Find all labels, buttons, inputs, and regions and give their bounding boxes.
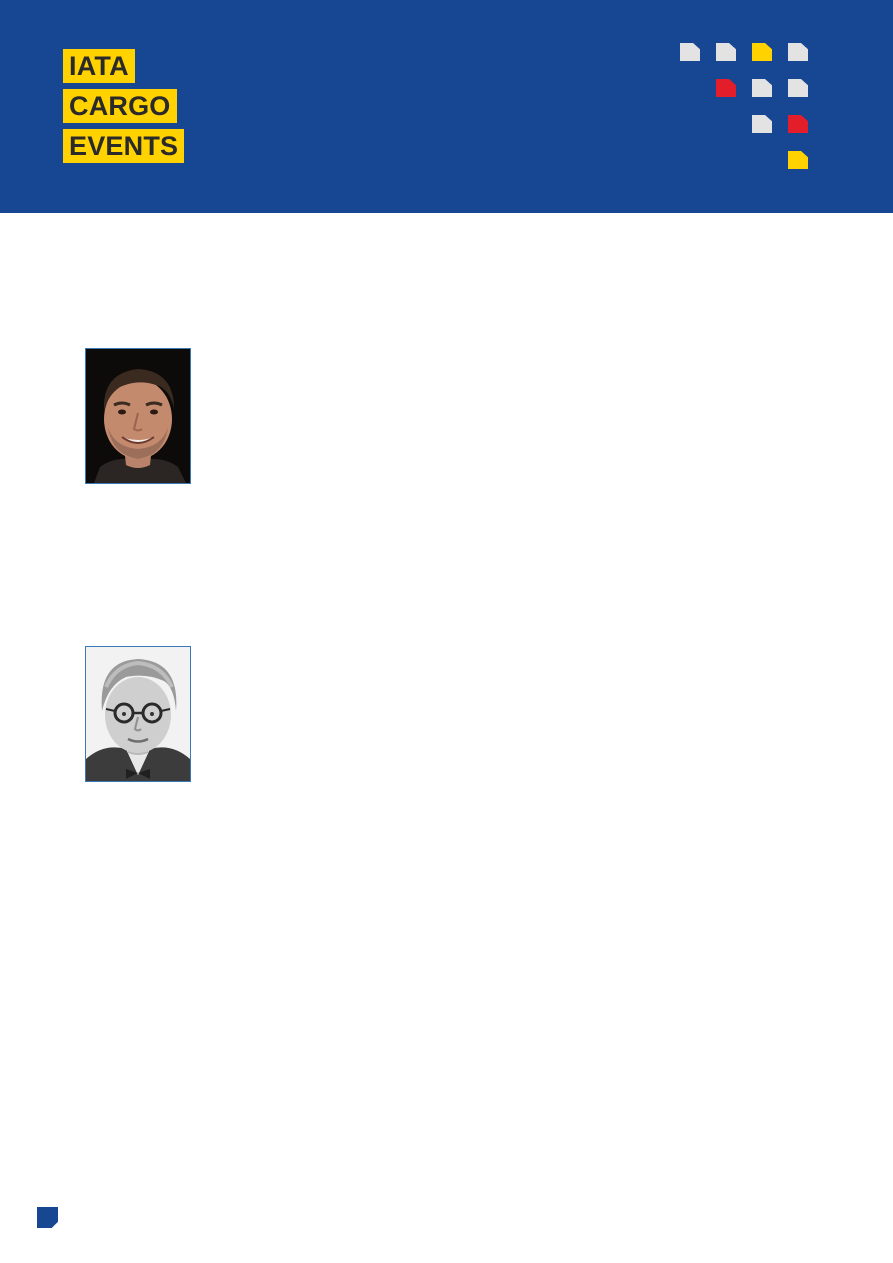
logo-line-iata: IATA (63, 49, 135, 83)
tile-red-icon (788, 115, 808, 133)
tile-grey-icon (752, 115, 772, 133)
speaker-photo-2 (85, 646, 191, 782)
speaker-photo-1 (85, 348, 191, 484)
tile-red-icon (716, 79, 736, 97)
header-banner: IATA CARGO EVENTS (0, 0, 893, 213)
tile-yellow-icon (788, 151, 808, 169)
logo-line-cargo: CARGO (63, 89, 177, 123)
logo-line-events: EVENTS (63, 129, 185, 163)
tile-grey-icon (752, 79, 772, 97)
tile-grey-icon (788, 43, 808, 61)
footer-corner-mark-icon (37, 1207, 58, 1228)
tile-yellow-icon (752, 43, 772, 61)
tile-grey-icon (716, 43, 736, 61)
tile-grey-icon (788, 79, 808, 97)
tile-grey-icon (680, 43, 700, 61)
